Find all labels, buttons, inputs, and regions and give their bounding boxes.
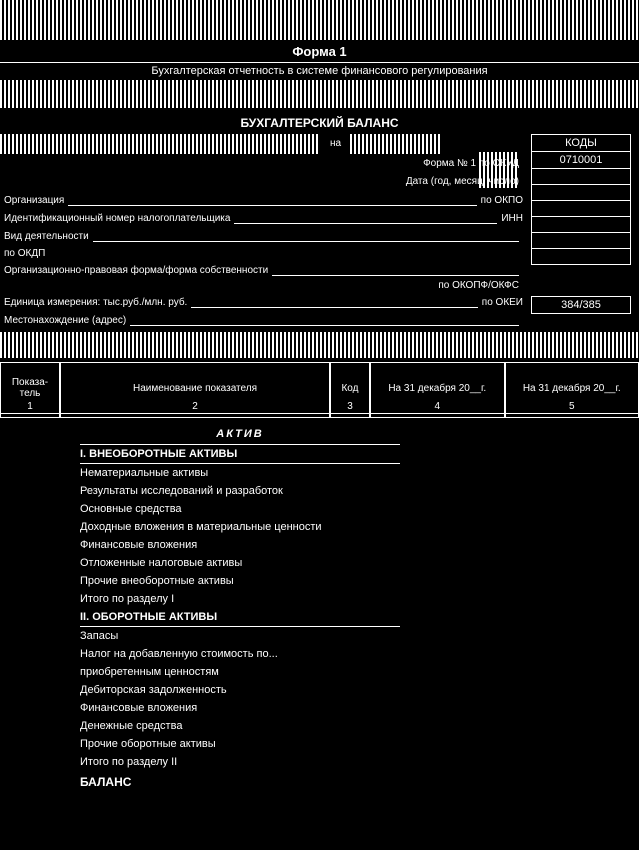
hatch-3b — [350, 134, 440, 154]
item-line: Налог на добавленную стоимость по... — [80, 645, 400, 663]
item-line: Прочие внеоборотные активы — [80, 572, 400, 590]
hatch-4 — [0, 332, 639, 358]
sub-4: 4 — [370, 400, 505, 418]
form-okud-label: Форма № 1 по ОКУД — [423, 158, 519, 169]
sub-3: 3 — [330, 400, 370, 418]
balance-row: БАЛАНС — [80, 771, 400, 793]
date-cell — [531, 169, 631, 185]
addr-underline — [130, 314, 519, 326]
okdp-label: по ОКДП — [4, 248, 45, 259]
item-line: приобретенным ценностям — [80, 663, 400, 681]
item-line: Денежные средства — [80, 717, 400, 735]
okei-value: 384/385 — [531, 296, 631, 314]
item-line: Основные средства — [80, 500, 400, 518]
sub-1: 1 — [0, 400, 60, 418]
addr-label: Местонахождение (адрес) — [4, 315, 126, 326]
inn-label: Идентификационный номер налогоплательщик… — [4, 213, 230, 224]
org-row: Организация по ОКПО — [4, 194, 523, 206]
item-line: Дебиторская задолженность — [80, 681, 400, 699]
unit-label: Единица измерения: тыс.руб./млн. руб. — [4, 297, 187, 308]
item-line: Результаты исследований и разработок — [80, 482, 400, 500]
addr-row: Местонахождение (адрес) — [4, 314, 523, 326]
hatch-top — [0, 0, 639, 40]
okud-cell: 0710001 — [531, 152, 631, 169]
codes-header: КОДЫ — [531, 134, 631, 152]
inn-underline — [234, 212, 497, 224]
section-title: БУХГАЛТЕРСКИЙ БАЛАНС — [0, 112, 639, 134]
unit-underline — [191, 296, 477, 308]
opf-label: Организационно-правовая форма/форма собс… — [4, 265, 268, 276]
date-label: Дата (год, месяц, число) — [406, 176, 519, 187]
sub-row: 1 2 3 4 5 — [0, 400, 639, 418]
vid-label: Вид деятельности — [4, 231, 89, 242]
codes-column: КОДЫ 0710001 — [531, 134, 631, 265]
item-line: Нематериальные активы — [80, 464, 400, 482]
section-1-header: I. ВНЕОБОРОТНЫЕ АКТИВЫ — [80, 445, 400, 464]
hatch-2 — [0, 80, 639, 108]
na-label: на — [330, 138, 341, 149]
okpo-cell — [531, 185, 631, 201]
okpo-label: по ОКПО — [481, 195, 523, 206]
form-subtitle: Бухгалтерская отчетность в системе финан… — [0, 62, 639, 79]
vid-row: Вид деятельности — [4, 230, 523, 242]
opf-row: Организационно-правовая форма/форма собс… — [4, 264, 523, 276]
okei-label: по ОКЕИ — [482, 297, 523, 308]
org-underline — [68, 194, 476, 206]
actives-title: АКТИВ — [80, 424, 400, 445]
okdp-cell — [531, 217, 631, 233]
okopf-cell — [531, 249, 631, 265]
item-line: Итого по разделу I — [80, 590, 400, 608]
form-title: Форма 1 — [0, 40, 639, 63]
item-line: Запасы — [80, 627, 400, 645]
opf-underline — [272, 264, 519, 276]
inn-row: Идентификационный номер налогоплательщик… — [4, 212, 523, 224]
vid-underline — [93, 230, 519, 242]
okdp-cell2 — [531, 233, 631, 249]
section-2-header: II. ОБОРОТНЫЕ АКТИВЫ — [80, 608, 400, 627]
hatch-3 — [0, 134, 320, 154]
inn-cell — [531, 201, 631, 217]
sub-5: 5 — [505, 400, 639, 418]
sub-2: 2 — [60, 400, 330, 418]
actives-block: АКТИВ I. ВНЕОБОРОТНЫЕ АКТИВЫ Нематериаль… — [80, 424, 400, 793]
inn-code-label: ИНН — [501, 213, 523, 224]
item-line: Финансовые вложения — [80, 699, 400, 717]
org-label: Организация — [4, 195, 64, 206]
item-line: Итого по разделу II — [80, 753, 400, 771]
item-line: Финансовые вложения — [80, 536, 400, 554]
unit-row: Единица измерения: тыс.руб./млн. руб. по… — [4, 296, 523, 308]
item-line: Отложенные налоговые активы — [80, 554, 400, 572]
item-line: Прочие оборотные активы — [80, 735, 400, 753]
okopf-label: по ОКОПФ/ОКФС — [438, 280, 519, 291]
item-line: Доходные вложения в материальные ценност… — [80, 518, 400, 536]
